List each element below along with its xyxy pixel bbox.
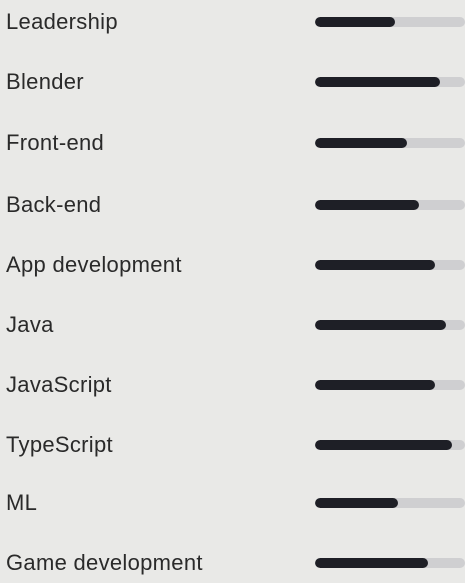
skill-level-bar <box>315 498 465 508</box>
skill-label: Leadership <box>6 9 118 34</box>
skill-level-fill <box>315 200 419 210</box>
skill-label: App development <box>6 252 182 277</box>
skill-level-bar <box>315 138 465 148</box>
skill-level-fill <box>315 380 435 390</box>
skill-row: Blender <box>0 62 465 102</box>
skill-level-bar <box>315 17 465 27</box>
skill-level-fill <box>315 138 407 148</box>
skill-level-fill <box>315 440 452 450</box>
skill-row: ML <box>0 483 465 523</box>
skill-level-fill <box>315 77 440 87</box>
skill-row: App development <box>0 245 465 285</box>
skill-level-fill <box>315 17 395 27</box>
skill-level-fill <box>315 320 446 330</box>
skill-level-bar <box>315 260 465 270</box>
skills-list: Leadership Blender Front-end Back-end App de… <box>0 0 465 576</box>
skill-row: TypeScript <box>0 425 465 465</box>
skill-label: ML <box>6 490 38 515</box>
skill-level-bar <box>315 440 465 450</box>
skill-level-bar <box>315 200 465 210</box>
skill-row: JavaScript <box>0 365 465 405</box>
skill-level-fill <box>315 498 398 508</box>
skill-row: Game development <box>0 543 465 583</box>
skill-label: Blender <box>6 69 84 94</box>
skill-label: Java <box>6 312 54 337</box>
skill-level-fill <box>315 558 428 568</box>
skill-label: TypeScript <box>6 432 113 457</box>
skill-level-bar <box>315 320 465 330</box>
skill-label: Front-end <box>6 130 105 155</box>
skill-level-bar <box>315 380 465 390</box>
skill-level-bar <box>315 77 465 87</box>
skill-level-fill <box>315 260 435 270</box>
skill-label: Back-end <box>6 192 102 217</box>
skill-row: Back-end <box>0 185 465 225</box>
skill-level-bar <box>315 558 465 568</box>
skill-row: Java <box>0 305 465 345</box>
skill-label: Game development <box>6 550 203 575</box>
skill-row: Front-end <box>0 123 465 163</box>
skill-row: Leadership <box>0 2 465 42</box>
skill-label: JavaScript <box>6 372 112 397</box>
